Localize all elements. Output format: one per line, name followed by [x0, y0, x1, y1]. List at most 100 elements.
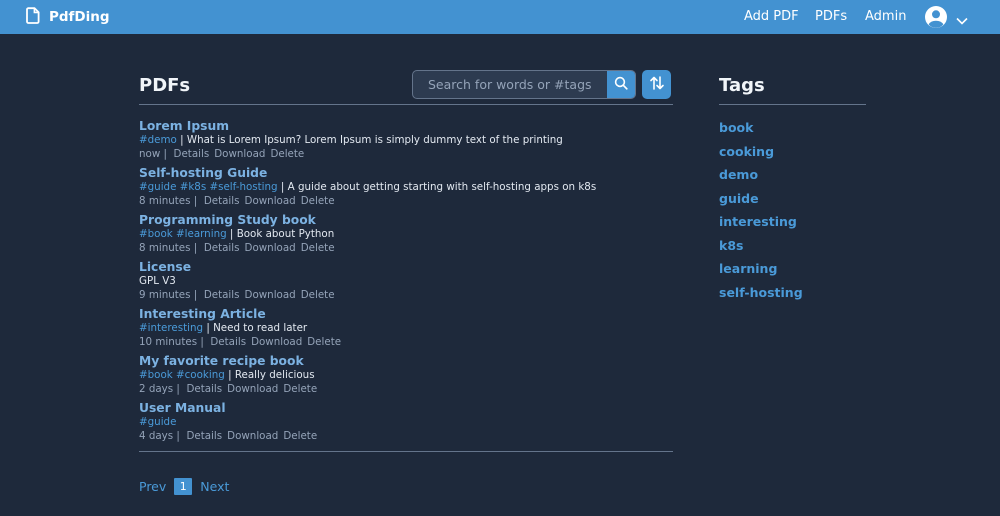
divider	[139, 451, 673, 452]
details-link[interactable]: Details	[174, 148, 210, 160]
pdf-age: 9 minutes	[139, 288, 191, 301]
pdf-tags[interactable]: #guide #k8s #self-hosting	[139, 181, 278, 193]
sort-arrows-icon	[649, 75, 665, 95]
pdf-item: Lorem Ipsum #demo | What is Lorem Ipsum?…	[139, 118, 673, 165]
pdf-age: 8 minutes	[139, 194, 191, 207]
separator: |	[228, 369, 232, 381]
brand[interactable]: PdfDing	[26, 0, 110, 34]
pdf-tags[interactable]: #interesting	[139, 322, 203, 334]
delete-link[interactable]: Delete	[270, 148, 304, 160]
delete-link[interactable]: Delete	[301, 289, 335, 301]
top-navbar: PdfDing Add PDF PDFs Admin	[0, 0, 1000, 34]
pdf-tags[interactable]: #book #learning	[139, 228, 227, 240]
pdf-meta-row: 4 days | Details Download Delete	[139, 430, 673, 444]
separator: |	[280, 181, 285, 193]
pdf-age: 4 days	[139, 429, 174, 442]
tag-item[interactable]: interesting	[719, 214, 803, 238]
download-link[interactable]: Download	[245, 242, 296, 254]
pdf-meta-row: 9 minutes | Details Download Delete	[139, 289, 673, 303]
pagination: Prev 1 Next	[139, 478, 229, 495]
details-link[interactable]: Details	[186, 430, 222, 442]
details-link[interactable]: Details	[204, 289, 240, 301]
pdf-tags-description: #book #learning | Book about Python	[139, 228, 673, 242]
pdf-description: A guide about getting starting with self…	[287, 181, 597, 193]
pdf-tags-description: #demo | What is Lorem Ipsum? Lorem Ipsum…	[139, 134, 673, 148]
separator: |	[180, 134, 184, 146]
avatar-icon	[924, 5, 948, 33]
pdf-description: Book about Python	[236, 228, 335, 240]
pdf-title[interactable]: Interesting Article	[139, 306, 673, 322]
pdf-title[interactable]: License	[139, 259, 673, 275]
pdf-list: Lorem Ipsum #demo | What is Lorem Ipsum?…	[139, 118, 673, 447]
separator: |	[229, 228, 234, 240]
pdf-tags[interactable]: #demo	[139, 134, 177, 146]
delete-link[interactable]: Delete	[301, 242, 335, 254]
search-button[interactable]	[607, 71, 635, 98]
next-page-link[interactable]: Next	[200, 479, 229, 494]
tag-item[interactable]: cooking	[719, 144, 803, 168]
pdf-meta-row: 8 minutes | Details Download Delete	[139, 195, 673, 209]
pdf-title[interactable]: Lorem Ipsum	[139, 118, 673, 134]
download-link[interactable]: Download	[214, 148, 265, 160]
divider	[719, 104, 866, 105]
separator: |	[190, 288, 204, 301]
download-link[interactable]: Download	[251, 336, 302, 348]
pdf-title[interactable]: My favorite recipe book	[139, 353, 673, 369]
pdf-tags[interactable]: #book #cooking	[139, 369, 225, 381]
pdf-tags[interactable]: #guide	[139, 416, 176, 428]
separator: |	[173, 429, 187, 442]
delete-link[interactable]: Delete	[307, 336, 341, 348]
pdf-item: Self-hosting Guide #guide #k8s #self-hos…	[139, 165, 673, 212]
pdf-item: License GPL V3 9 minutes | Details Downlo…	[139, 259, 673, 306]
download-link[interactable]: Download	[245, 289, 296, 301]
tags-heading: Tags	[719, 75, 765, 96]
pdf-tags-description: #guide	[139, 416, 673, 430]
pdf-tags-description: GPL V3	[139, 275, 673, 289]
pdf-meta-row: 2 days | Details Download Delete	[139, 383, 673, 397]
delete-link[interactable]: Delete	[283, 383, 317, 395]
download-link[interactable]: Download	[245, 195, 296, 207]
prev-page-link[interactable]: Prev	[139, 479, 166, 494]
delete-link[interactable]: Delete	[301, 195, 335, 207]
download-link[interactable]: Download	[227, 430, 278, 442]
search-input[interactable]	[413, 71, 608, 98]
pdf-age: 2 days	[139, 382, 174, 395]
pdf-age: 10 minutes	[139, 335, 198, 348]
separator: |	[190, 241, 204, 254]
pdf-description: GPL V3	[139, 275, 176, 287]
details-link[interactable]: Details	[204, 242, 240, 254]
search-icon	[614, 75, 628, 94]
separator: |	[190, 194, 204, 207]
pdf-item: User Manual #guide 4 days | Details Downl…	[139, 400, 673, 447]
tag-item[interactable]: k8s	[719, 238, 803, 262]
pdf-title[interactable]: Programming Study book	[139, 212, 673, 228]
details-link[interactable]: Details	[204, 195, 240, 207]
pdf-meta-row: 10 minutes | Details Download Delete	[139, 336, 673, 350]
tag-item[interactable]: self-hosting	[719, 285, 803, 309]
details-link[interactable]: Details	[186, 383, 222, 395]
details-link[interactable]: Details	[210, 336, 246, 348]
page-title: PDFs	[139, 75, 191, 96]
nav-pdfs[interactable]: PDFs	[815, 0, 847, 34]
tag-item[interactable]: book	[719, 120, 803, 144]
tag-item[interactable]: learning	[719, 261, 803, 285]
pdf-tags-description: #guide #k8s #self-hosting | A guide abou…	[139, 181, 673, 195]
nav-admin[interactable]: Admin	[865, 0, 906, 34]
app-name: PdfDing	[49, 9, 110, 25]
pdf-age: now	[139, 147, 161, 160]
pdf-tags-description: #book #cooking | Really delicious	[139, 369, 673, 383]
search-box	[412, 70, 636, 99]
delete-link[interactable]: Delete	[283, 430, 317, 442]
tag-item[interactable]: demo	[719, 167, 803, 191]
current-page-button[interactable]: 1	[174, 478, 193, 495]
pdf-description: What is Lorem Ipsum? Lorem Ipsum is simp…	[186, 134, 563, 146]
tag-item[interactable]: guide	[719, 191, 803, 215]
sort-button[interactable]	[642, 70, 671, 99]
pdf-title[interactable]: User Manual	[139, 400, 673, 416]
user-menu[interactable]	[924, 5, 968, 33]
pdf-title[interactable]: Self-hosting Guide	[139, 165, 673, 181]
nav-add-pdf[interactable]: Add PDF	[744, 0, 799, 34]
pdf-tags-description: #interesting | Need to read later	[139, 322, 673, 336]
download-link[interactable]: Download	[227, 383, 278, 395]
pdf-description: Need to read later	[213, 322, 308, 334]
